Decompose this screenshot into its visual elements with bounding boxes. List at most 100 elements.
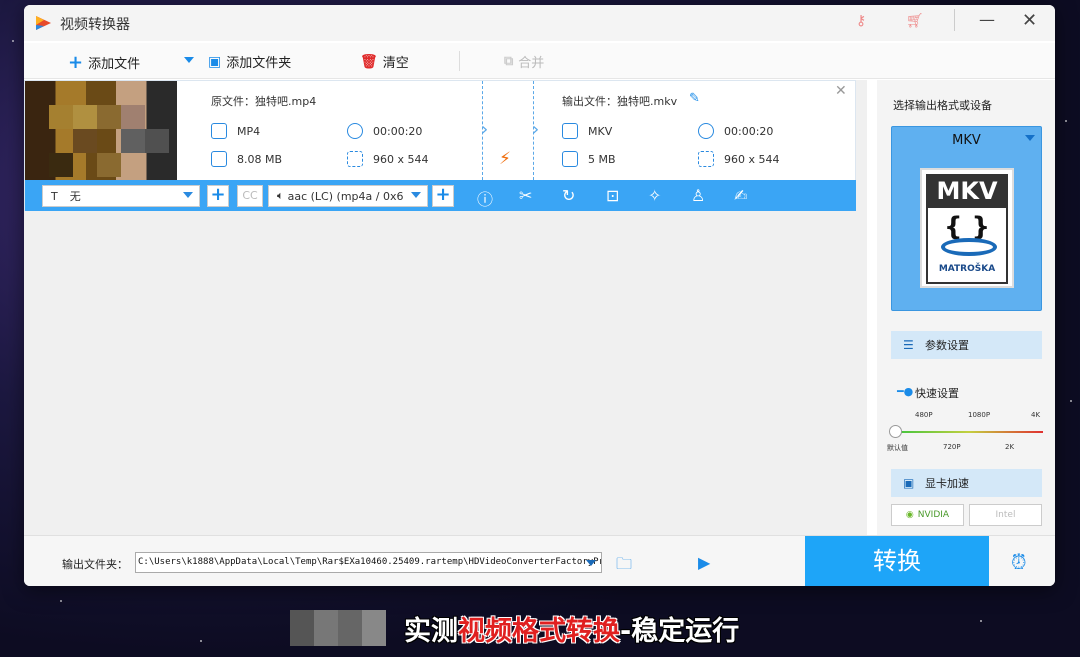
alarm-clock-icon[interactable]: ⏰︎ [1011,550,1027,574]
cart-icon[interactable]: 🛒︎ [906,13,924,29]
cc-button[interactable]: CC [237,185,263,207]
output-duration: 00:00:20 [698,123,773,139]
mkv-ring-icon [941,238,997,256]
chevron-down-icon [411,192,421,198]
effects-wand-icon[interactable]: ✧ [648,186,661,205]
output-folder-label: 输出文件夹： [62,558,128,571]
video-format-icon [562,123,578,139]
mkv-logo: MKV { } MATROŠKA [920,168,1014,288]
source-size: 8.08 MB [211,151,282,167]
app-logo-icon [36,16,51,30]
speed-slider-icon: ━● [897,385,914,398]
clear-button[interactable]: 🗑︎ 清空 [360,52,409,72]
gpu-label: 显卡加速 [925,477,969,490]
subtitle-select[interactable]: T 无 [42,185,200,207]
footer-bar: 输出文件夹： C:\Users\k1888\AppData\Local\Temp… [24,535,1055,586]
add-file-dropdown-icon[interactable] [184,57,194,63]
title-separator [954,9,955,31]
output-path-field[interactable]: C:\Users\k1888\AppData\Local\Temp\Rar$EX… [135,552,602,573]
chevron-right-icon: › [532,119,540,140]
item-toolbar: T 无 + CC 🔈︎ aac (LC) (mp4a / 0x6 + ⓘ ✂ ↻… [25,180,856,211]
nvidia-icon: ◉ [905,510,914,520]
output-format-panel: 选择输出格式或设备 MKV MKV { } MATROŠKA ☰ 参数设置 ━●… [877,80,1055,535]
mkv-logo-text: MKV [926,174,1008,208]
text-icon: T [51,189,58,203]
tick-2k: 2K [1005,443,1015,451]
resolution-icon [347,151,363,167]
key-icon[interactable]: ⚷ [856,13,866,29]
app-title: 视频转换器 [60,17,130,33]
trash-icon: 🗑︎ [360,53,378,70]
add-folder-button[interactable]: ▣ 添加文件夹 [208,52,292,72]
format-panel-title: 选择输出格式或设备 [893,99,992,112]
gpu-acceleration-button[interactable]: ▣ 显卡加速 [891,469,1042,497]
file-list: 原文件：独特吧.mp4 MP4 00:00:20 8.08 MB 960 x 5… [24,80,867,535]
video-format-icon [211,123,227,139]
chevron-down-icon[interactable] [586,560,596,566]
chevron-down-icon [183,192,193,198]
caption-banner: 实测 视频格式转换 -稳定运行 [290,608,739,648]
open-folder-icon[interactable]: 🗀︎ [616,553,632,580]
toolbar-separator [459,51,460,71]
merge-icon: ⧉ [504,54,514,69]
add-file-button[interactable]: + 添加文件 [68,52,140,73]
add-folder-label: 添加文件夹 [226,56,292,71]
add-audio-button[interactable]: + [432,185,454,207]
intel-button[interactable]: Intel [969,504,1042,526]
output-file-label: 输出文件：独特吧.mkv [562,95,678,108]
tick-4k: 4K [1031,411,1041,419]
file-item[interactable]: 原文件：独特吧.mp4 MP4 00:00:20 8.08 MB 960 x 5… [24,80,856,211]
output-size: 5 MB [562,151,616,167]
merge-label: 合并 [518,56,545,71]
lightning-icon: ⚡︎ [499,149,511,169]
source-file-label: 原文件：独特吧.mp4 [211,95,317,108]
minimize-button[interactable]: — [979,10,995,29]
params-settings-button[interactable]: ☰ 参数设置 [891,331,1042,359]
mkv-brand: MATROŠKA [938,264,996,274]
watermark-stamp-icon[interactable]: ♙ [691,186,705,205]
toolbar: + 添加文件 ▣ 添加文件夹 🗑︎ 清空 ⧉ 合并 [24,43,1055,79]
close-button[interactable]: ✕ [1022,10,1037,31]
title-bar: 视频转换器 ⚷ 🛒︎ — ✕ [24,5,1055,41]
scissors-icon[interactable]: ✂ [519,186,532,205]
tick-720p: 720P [943,443,961,451]
video-thumbnail[interactable] [25,81,177,180]
file-size-icon [211,151,227,167]
mkv-logo-body: { } MATROŠKA [926,208,1008,284]
quality-slider-knob[interactable] [889,425,902,438]
plus-icon: + [68,52,84,73]
subtitle-edit-icon[interactable]: ✍︎ [734,186,747,205]
source-duration: 00:00:20 [347,123,422,139]
info-icon[interactable]: ⓘ [477,186,493,210]
format-selector[interactable]: MKV MKV { } MATROŠKA [891,126,1042,311]
caption-part1: 实测 [404,615,458,647]
caption-part2: 视频格式转换 [458,615,620,647]
blurred-logo [290,610,386,646]
caption-part3: -稳定运行 [620,615,740,647]
subtitle-value: 无 [69,190,81,203]
video-preview-icon[interactable]: ▶︎ [698,553,710,572]
crop-icon[interactable]: ⊡ [606,186,619,205]
nvidia-button[interactable]: ◉ NVIDIA [891,504,964,526]
app-window: 视频转换器 ⚷ 🛒︎ — ✕ + 添加文件 ▣ 添加文件夹 🗑︎ 清空 ⧉ 合并 [24,5,1055,586]
convert-button[interactable]: 转换 [805,536,989,586]
clock-icon [347,123,363,139]
quality-slider-track[interactable] [895,431,1043,433]
chevron-down-icon [1025,135,1035,141]
tick-480p: 480P [915,411,933,419]
chip-icon: ▣ [903,476,915,490]
source-resolution: 960 x 544 [347,151,429,167]
chevron-right-icon: › [481,119,489,140]
audio-select[interactable]: 🔈︎ aac (LC) (mp4a / 0x6 [268,185,428,207]
file-size-icon [562,151,578,167]
edit-pencil-icon[interactable]: ✎ [689,91,700,106]
quick-settings-title: 快速设置 [915,387,959,400]
rotate-icon[interactable]: ↻ [562,186,575,205]
remove-item-icon[interactable]: ✕ [835,83,847,99]
audio-value: aac (LC) (mp4a / 0x6 [287,189,404,203]
output-format: MKV [562,123,612,139]
add-subtitle-button[interactable]: + [207,185,229,207]
merge-button[interactable]: ⧉ 合并 [504,52,544,71]
tick-1080p: 1080P [968,411,991,419]
add-file-label: 添加文件 [88,57,141,72]
